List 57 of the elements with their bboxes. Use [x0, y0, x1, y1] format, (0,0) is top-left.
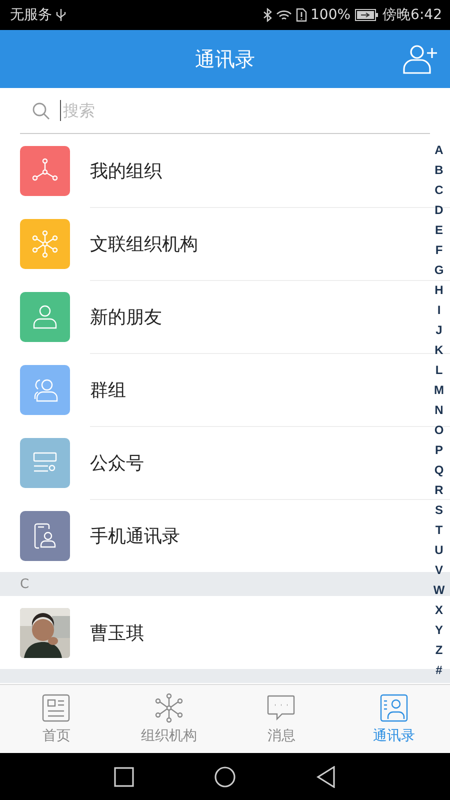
index-letter[interactable]: W	[433, 580, 445, 600]
index-letter[interactable]: P	[434, 440, 443, 460]
index-letter[interactable]: E	[434, 220, 443, 240]
contact-item[interactable]: 曹玉琪	[0, 596, 424, 669]
menu-label: 文联组织机构	[90, 232, 198, 256]
index-letter[interactable]: D	[434, 200, 444, 220]
recent-apps-icon[interactable]	[114, 766, 134, 786]
home-icon[interactable]	[214, 766, 236, 788]
battery-percent: 100%	[310, 7, 351, 23]
menu-label: 手机通讯录	[90, 524, 180, 548]
index-letter[interactable]: U	[434, 540, 444, 560]
index-letter[interactable]: R	[434, 480, 444, 500]
carrier-text: 无服务	[10, 6, 52, 24]
index-letter[interactable]: G	[434, 260, 444, 280]
index-letter[interactable]: H	[434, 280, 444, 300]
contact-card-icon	[378, 693, 409, 723]
index-letter[interactable]: B	[434, 160, 444, 180]
index-letter[interactable]: K	[434, 340, 444, 360]
index-letter[interactable]: F	[435, 240, 443, 260]
index-letter[interactable]: #	[436, 660, 442, 680]
index-letter[interactable]: A	[434, 140, 444, 160]
contact-name: 曹玉琪	[90, 622, 144, 644]
chat-bubble-icon	[266, 693, 296, 723]
menu-label: 新的朋友	[90, 306, 162, 328]
search-icon	[32, 102, 50, 120]
network-icon	[30, 228, 60, 258]
index-letter[interactable]: Y	[434, 620, 443, 640]
index-letter[interactable]: X	[434, 600, 443, 620]
sim-icon	[296, 8, 307, 22]
section-letter: C	[20, 576, 30, 592]
index-letter[interactable]: L	[435, 360, 443, 380]
wifi-icon	[276, 8, 292, 22]
index-letter[interactable]: M	[434, 380, 444, 400]
index-letter[interactable]: Z	[435, 640, 443, 660]
menu-label: 我的组织	[90, 160, 162, 182]
index-letter[interactable]: V	[434, 560, 443, 580]
index-letter[interactable]: T	[435, 520, 443, 540]
battery-icon	[354, 9, 379, 21]
page-title: 通讯录	[195, 46, 255, 72]
usb-icon	[56, 8, 66, 22]
index-letter[interactable]: O	[434, 420, 444, 440]
index-letter[interactable]: J	[436, 320, 442, 340]
index-letter[interactable]: Q	[434, 460, 444, 480]
network-icon	[154, 693, 184, 723]
news-icon	[41, 693, 72, 723]
index-letter[interactable]: S	[434, 500, 443, 520]
menu-label: 群组	[90, 378, 126, 402]
index-letter[interactable]: C	[434, 180, 444, 200]
bluetooth-icon	[262, 8, 272, 22]
add-contact-icon[interactable]	[403, 44, 439, 74]
back-icon[interactable]	[316, 766, 336, 788]
index-letter[interactable]: N	[434, 400, 444, 420]
search-field[interactable]: 搜索	[60, 100, 430, 121]
menu-item[interactable]: 我的组织	[0, 134, 424, 207]
menu-label: 公众号	[90, 452, 144, 474]
clock-text: 傍晚6:42	[382, 6, 442, 24]
index-letter[interactable]: I	[437, 300, 441, 320]
